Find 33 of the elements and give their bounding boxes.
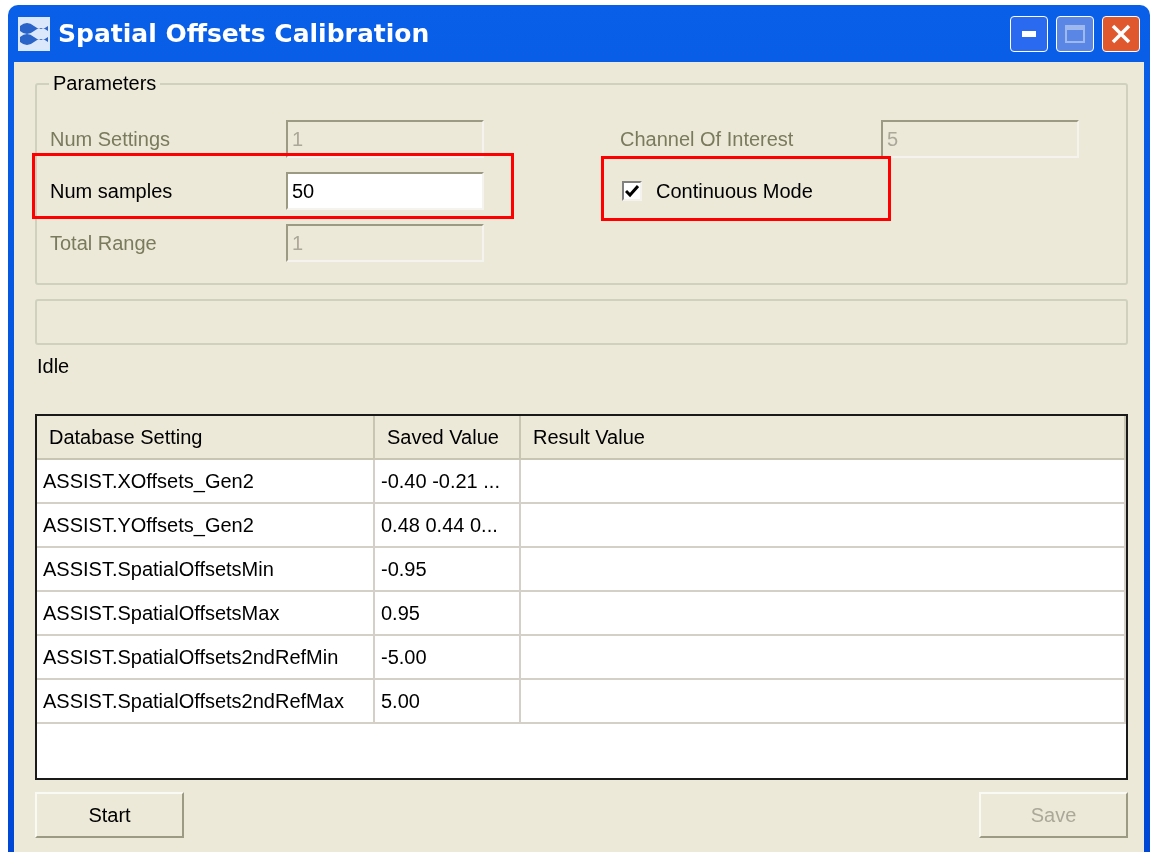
- minimize-button[interactable]: [1010, 15, 1048, 52]
- maximize-button[interactable]: [1056, 15, 1094, 52]
- table-cell: ASSIST.SpatialOffsetsMax: [37, 592, 375, 634]
- field-label: Total Range: [50, 231, 158, 256]
- minimize-icon: [1022, 30, 1036, 37]
- action-button[interactable]: Start: [35, 792, 184, 838]
- close-icon: [1111, 23, 1131, 44]
- table-cell: ASSIST.YOffsets_Gen2: [37, 504, 375, 546]
- app-logo-icon: [18, 16, 50, 51]
- field-label: Num Settings: [50, 127, 172, 152]
- checkbox[interactable]: [622, 181, 642, 201]
- table-cell: -0.95: [375, 548, 521, 590]
- column-header[interactable]: Result Value: [521, 416, 1126, 458]
- table-cell: 0.48 0.44 0...: [375, 504, 521, 546]
- table-cell: -0.40 -0.21 ...: [375, 460, 521, 502]
- column-header[interactable]: Database Setting: [37, 416, 375, 458]
- input-field[interactable]: 50: [286, 172, 484, 210]
- field-label: Channel Of Interest: [620, 127, 795, 152]
- checkmark-icon: [625, 184, 639, 198]
- field-label: Num samples: [50, 179, 174, 204]
- checkbox-label: Continuous Mode: [656, 179, 813, 204]
- window-title: Spatial Offsets Calibration: [58, 17, 431, 50]
- close-button[interactable]: [1102, 15, 1140, 52]
- table-cell: -5.00: [375, 636, 521, 678]
- table-cell: 0.95: [375, 592, 521, 634]
- table-cell: ASSIST.XOffsets_Gen2: [37, 460, 375, 502]
- table-cell: ASSIST.SpatialOffsetsMin: [37, 548, 375, 590]
- table-cell: 5.00: [375, 680, 521, 722]
- table-cell: ASSIST.SpatialOffsets2ndRefMax: [37, 680, 375, 722]
- table-cell: ASSIST.SpatialOffsets2ndRefMin: [37, 636, 375, 678]
- column-header[interactable]: Saved Value: [375, 416, 521, 458]
- status-text: Idle: [37, 354, 71, 378]
- maximize-icon: [1065, 24, 1085, 43]
